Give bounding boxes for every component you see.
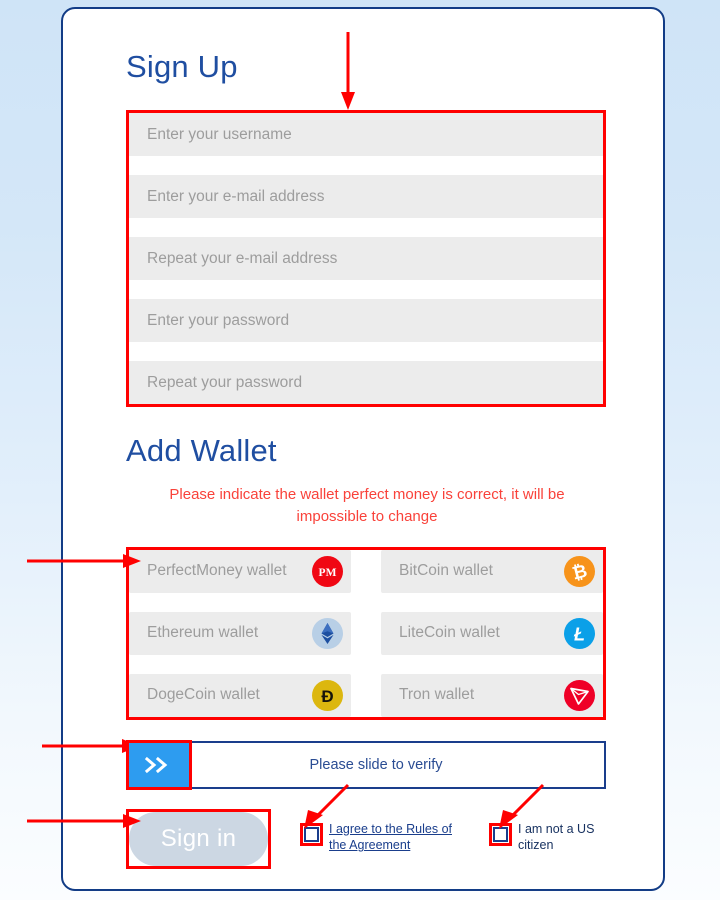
username-placeholder: Enter your username xyxy=(147,125,292,143)
wallet-warning-text: Please indicate the wallet perfect money… xyxy=(169,486,565,525)
slide-verify-handle[interactable] xyxy=(126,739,192,790)
wallet-fields-group: PerfectMoney wallet PM BitCoin wallet ₿ xyxy=(126,546,606,720)
bitcoin-wallet-field[interactable]: BitCoin wallet ₿ xyxy=(381,549,603,593)
us-citizen-checkbox[interactable] xyxy=(493,826,508,842)
rules-agreement-checkbox-group[interactable]: I agree to the Rules of the Agreement xyxy=(300,821,453,855)
dogecoin-wallet-field[interactable]: DogeCoin wallet Đ xyxy=(129,673,351,717)
password-repeat-placeholder: Repeat your password xyxy=(147,373,303,391)
bitcoin-icon: ₿ xyxy=(564,555,595,587)
slide-verify-label: Please slide to verify xyxy=(309,756,443,773)
form-footer: Sign in I agree to the Rules of the Agre… xyxy=(126,808,606,879)
svg-text:PM: PM xyxy=(319,567,337,579)
add-wallet-title: Add Wallet xyxy=(126,433,277,468)
dogecoin-placeholder: DogeCoin wallet xyxy=(147,686,260,703)
svg-text:Đ: Đ xyxy=(321,687,333,706)
page-title: Sign Up xyxy=(126,49,238,84)
signup-fields-group: Enter your username Enter your e-mail ad… xyxy=(126,110,606,407)
rules-agreement-label[interactable]: I agree to the Rules of the Agreement xyxy=(329,821,453,855)
tron-placeholder: Tron wallet xyxy=(399,686,475,703)
card-content: Sign Up Enter your username Enter your e… xyxy=(126,51,606,879)
signin-button[interactable]: Sign in xyxy=(129,811,268,866)
tron-icon xyxy=(564,679,595,711)
ethereum-wallet-field[interactable]: Ethereum wallet xyxy=(129,611,351,655)
tron-wallet-field[interactable]: Tron wallet xyxy=(381,673,603,717)
ethereum-icon xyxy=(312,617,343,649)
email-placeholder: Enter your e-mail address xyxy=(147,187,325,205)
email-repeat-placeholder: Repeat your e-mail address xyxy=(147,249,338,267)
signin-button-highlight: Sign in xyxy=(126,808,271,869)
perfectmoney-wallet-field[interactable]: PerfectMoney wallet PM xyxy=(129,549,351,593)
signup-card: Sign Up Enter your username Enter your e… xyxy=(61,7,665,891)
dogecoin-icon: Đ xyxy=(312,679,343,711)
us-citizen-checkbox-highlight xyxy=(489,822,512,846)
username-field[interactable]: Enter your username xyxy=(129,113,603,156)
us-citizen-checkbox-group[interactable]: I am not a US citizen xyxy=(489,821,606,855)
password-field[interactable]: Enter your password xyxy=(129,299,603,342)
perfectmoney-icon: PM xyxy=(312,555,343,587)
svg-text:₿: ₿ xyxy=(570,560,589,583)
email-repeat-field[interactable]: Repeat your e-mail address xyxy=(129,237,603,280)
rules-checkbox-highlight xyxy=(300,822,323,846)
svg-text:Ł: Ł xyxy=(573,624,585,644)
password-placeholder: Enter your password xyxy=(147,311,290,329)
email-field[interactable]: Enter your e-mail address xyxy=(129,175,603,218)
slide-verify-row: Please slide to verify xyxy=(126,739,606,790)
double-chevron-right-icon xyxy=(144,756,168,773)
perfectmoney-placeholder: PerfectMoney wallet xyxy=(147,562,287,579)
ethereum-placeholder: Ethereum wallet xyxy=(147,624,259,641)
litecoin-placeholder: LiteCoin wallet xyxy=(399,624,500,641)
bitcoin-placeholder: BitCoin wallet xyxy=(399,562,493,579)
password-repeat-field[interactable]: Repeat your password xyxy=(129,361,603,404)
slide-verify-track[interactable]: Please slide to verify xyxy=(126,740,606,789)
litecoin-wallet-field[interactable]: LiteCoin wallet Ł xyxy=(381,611,603,655)
litecoin-icon: Ł xyxy=(564,617,595,649)
us-citizen-label: I am not a US citizen xyxy=(518,821,595,853)
rules-agreement-checkbox[interactable] xyxy=(304,826,319,842)
